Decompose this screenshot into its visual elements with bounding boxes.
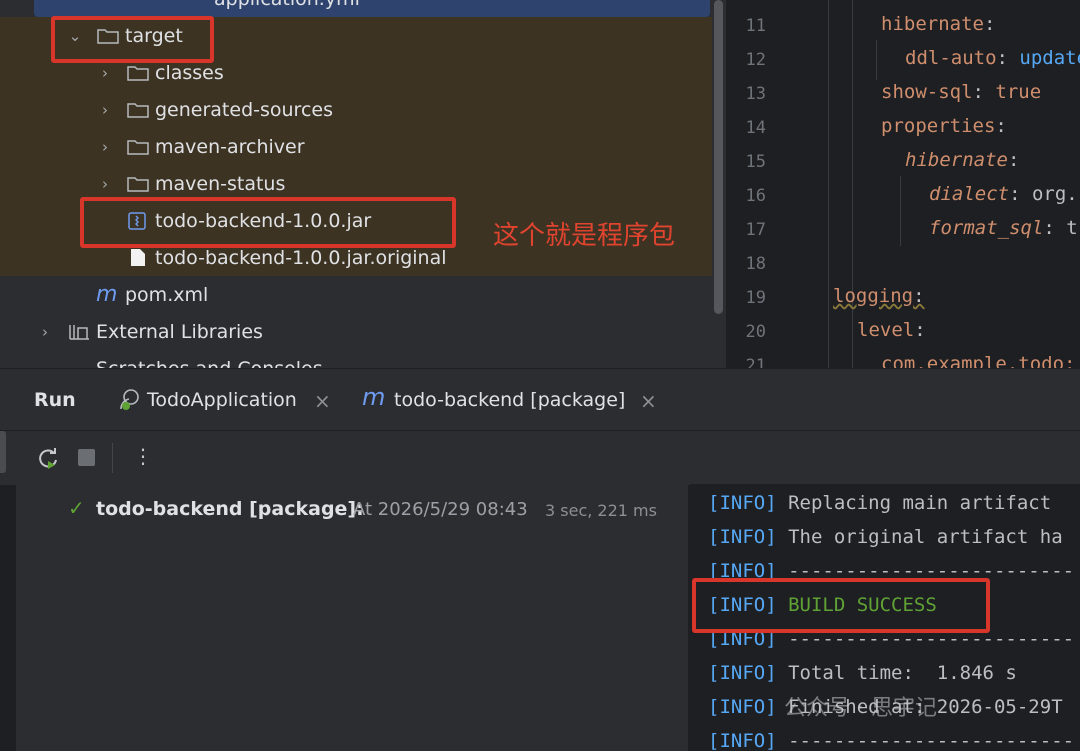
check-icon: ✓ [68,496,85,520]
line-number: 14 [745,118,766,138]
tab-label: TodoApplication [147,389,297,411]
tree-row-external-libraries[interactable]: › External Libraries [0,313,712,350]
maven-icon: m [362,383,386,411]
code-line-19: logging: [833,285,925,307]
tree-row-generated-sources[interactable]: › generated-sources [0,91,712,128]
tree-row-application-yml[interactable]: application.yml [34,0,710,17]
console-line: [INFO] Total time: 1.846 s [708,662,1017,684]
line-number: 19 [745,288,766,308]
chevron-right-icon[interactable]: › [96,138,114,156]
line-number: 11 [745,16,766,36]
tree-row-maven-archiver[interactable]: › maven-archiver [0,128,712,165]
folder-icon [127,140,149,155]
code-line-12: ddl-auto: update [905,47,1080,69]
folder-icon [127,103,149,118]
maven-icon: m [96,282,118,307]
highlight-box-jar [80,197,456,248]
watermark: 公众号 · 思宇记 [784,696,937,721]
highlight-box-build-success [692,578,990,633]
run-tab-bar: Run TodoApplication × m todo-backend [pa… [0,368,1080,434]
code-line-21: com.example.todo: [881,353,1076,368]
code-line-14: properties: [881,115,1007,137]
tab-todo-backend-package[interactable]: m todo-backend [package] × [346,381,670,434]
line-number: 15 [745,152,766,172]
tree-row-pom[interactable]: m pom.xml [0,276,712,313]
rerun-icon[interactable] [36,446,60,470]
tree-label-scratches: Scratches and Consoles [96,358,323,369]
code-line-17: format_sql: t [929,217,1078,239]
spring-app-icon [120,389,139,410]
console-line: [INFO] The original artifact ha [708,526,1063,548]
result-name: todo-backend [package]: [96,498,364,520]
stop-icon[interactable] [78,449,95,466]
console-line: [INFO] ------------------------- [708,730,1075,751]
result-detail: At 2026/5/29 08:43 [353,499,528,520]
more-options-icon[interactable]: ⋮ [133,444,153,468]
code-line-15: hibernate: [905,149,1020,171]
close-icon[interactable]: × [640,389,657,413]
tree-label-external-libraries: External Libraries [96,320,263,343]
run-results-tree: ✓ todo-backend [package]: At 2026/5/29 0… [16,484,688,751]
chevron-right-icon[interactable]: › [96,175,114,193]
tree-label-application-yml: application.yml [214,0,360,10]
line-number: 13 [745,84,766,104]
code-line-11: hibernate: [881,13,996,35]
tree-row-scratches[interactable]: Scratches and Consoles [0,350,712,369]
chevron-right-icon[interactable]: › [36,323,54,341]
folder-icon [127,177,149,192]
toolbar-divider [112,443,113,473]
tree-label-maven-archiver: maven-archiver [155,135,305,158]
run-result-row[interactable]: ✓ todo-backend [package]: At 2026/5/29 0… [16,494,688,526]
result-duration: 3 sec, 221 ms [545,501,657,520]
folder-icon [127,66,149,81]
console-output[interactable]: [INFO] Replacing main artifact [INFO] Th… [690,484,1080,751]
line-number: 21 [745,356,766,368]
project-tree: application.yml ⌄ target › classes › gen… [0,0,726,368]
code-line-16: dialect: org. [929,183,1078,205]
run-toolbar: ⋮ [0,430,1080,485]
console-line: [INFO] Replacing main artifact [708,492,1052,514]
line-number: 20 [745,322,766,342]
code-editor[interactable]: 11 12 13 14 15 16 17 18 19 20 21 hiberna… [728,0,1080,368]
tree-label-pom: pom.xml [125,283,209,306]
line-number: 17 [745,220,766,240]
highlight-box-target [51,16,214,63]
tab-todo-application[interactable]: TodoApplication × [116,381,336,419]
code-line-20: level: [857,319,926,341]
library-icon [69,324,89,340]
file-icon [131,249,145,266]
tree-label-generated-sources: generated-sources [155,98,333,121]
tab-label: todo-backend [package] [394,389,626,411]
tree-label-classes: classes [155,61,224,84]
line-number: 16 [745,186,766,206]
annotation-text: 这个就是程序包 [493,221,676,251]
code-line-13: show-sql: true [881,81,1042,103]
tree-label-jar-original: todo-backend-1.0.0.jar.original [155,246,447,269]
run-title: Run [34,389,76,411]
side-indicator [0,431,6,473]
tree-label-maven-status: maven-status [155,172,286,195]
close-icon[interactable]: × [314,389,331,413]
chevron-right-icon[interactable]: › [96,64,114,82]
line-number: 12 [745,50,766,70]
tree-scrollbar[interactable] [714,0,723,314]
chevron-right-icon[interactable]: › [96,101,114,119]
line-number: 18 [745,254,766,274]
